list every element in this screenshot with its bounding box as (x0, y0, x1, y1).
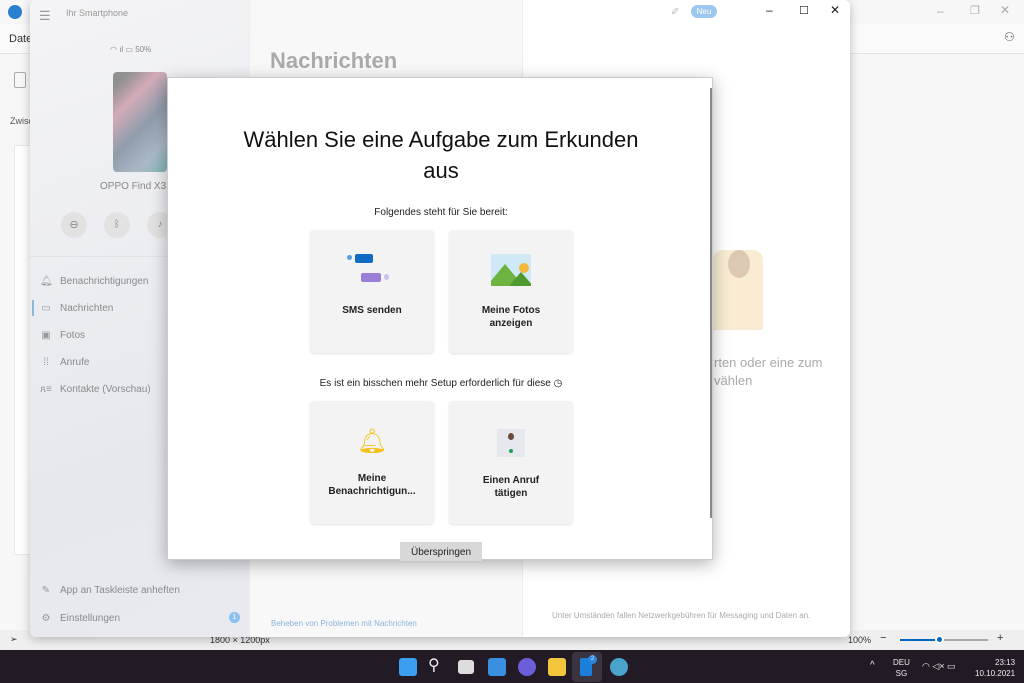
scrollbar[interactable] (710, 88, 712, 518)
wifi-icon: ◠ ıl ▭ (110, 45, 136, 54)
footer-note: Unter Umständen fallen Netzwerkgebühren … (552, 611, 811, 620)
paint-icon[interactable] (610, 658, 628, 676)
network-volume-battery-icons[interactable]: ◠ ◁× ▭ (922, 661, 956, 672)
dialpad-icon: ⁞⁞ (43, 356, 49, 368)
card-fotos-anzeigen[interactable]: Meine Fotos anzeigen (449, 230, 573, 353)
call-icon (497, 429, 525, 457)
zoom-out-button[interactable]: − (880, 632, 886, 644)
phone-image (113, 72, 167, 172)
photo-icon: ▣ (41, 329, 51, 341)
phone-name: OPPO Find X3 P (100, 181, 176, 192)
clock-icon: ◷ (553, 378, 563, 389)
page-title: Nachrichten (270, 48, 398, 73)
pin-to-taskbar-button[interactable]: ✎ App an Taskleiste anheften (38, 579, 243, 601)
clipboard-icon[interactable] (14, 72, 26, 88)
app-logo-icon (8, 5, 22, 19)
input-language[interactable]: DEU SG (893, 657, 910, 679)
file-explorer-icon[interactable] (548, 658, 566, 676)
phone-status: ◠ ıl ▭ 50% (110, 45, 151, 54)
sidebar-item-label: Fotos (60, 329, 86, 341)
zoom-slider[interactable] (900, 635, 988, 644)
card-benachrichtigungen[interactable]: 🔔︎ Meine Benachrichtigun... (310, 401, 434, 524)
active-indicator (32, 300, 34, 316)
dialog-title: Wählen Sie eine Aufgabe zum Erkunden aus (168, 124, 714, 186)
phone-link-taskbar-button[interactable]: 2 (572, 652, 602, 682)
card-sms-senden[interactable]: SMS senden (310, 230, 434, 353)
sidebar-item-label: Kontakte (Vorschau) (60, 383, 151, 395)
zoom-slider-thumb[interactable] (934, 635, 944, 644)
window-title: Ihr Smartphone (66, 8, 129, 18)
notification-badge: 2 (588, 655, 597, 664)
start-icon[interactable] (399, 658, 417, 676)
minimize-button[interactable]: – (766, 3, 773, 17)
task-chooser-dialog: Wählen Sie eine Aufgabe zum Erkunden aus … (167, 77, 714, 561)
settings-badge: 1 (229, 612, 240, 623)
zoom-in-button[interactable]: + (997, 632, 1003, 644)
settings-label: Einstellungen (60, 612, 121, 624)
sidebar-item-label: Nachrichten (60, 302, 114, 314)
pen-icon[interactable]: ✐ (671, 7, 679, 18)
battery-level: 50% (135, 45, 152, 54)
pin-label: App an Taskleiste anheften (60, 584, 180, 596)
new-badge[interactable]: Neu (691, 5, 717, 18)
taskbar: ⚲ 2 ^ DEU SG ◠ ◁× ▭ 23:13 10.10.2021 (0, 650, 1024, 683)
bell-icon: 🔔︎ (40, 275, 53, 287)
zoom-label: 100% (848, 635, 872, 645)
bluetooth-button[interactable]: ᛒ (104, 212, 130, 238)
chat-teams-icon[interactable] (518, 658, 536, 676)
card-anruf-taetigen[interactable]: Einen Anruf tätigen (449, 401, 573, 524)
show-hidden-icons-button[interactable]: ^ (870, 660, 875, 671)
troubleshoot-link[interactable]: Beheben von Problemen mit Nachrichten (271, 619, 417, 628)
setup-heading-text: Es ist ein bisschen mehr Setup erforderl… (319, 378, 551, 389)
ready-heading: Folgendes steht für Sie bereit: (374, 207, 508, 218)
bg-minimize-button[interactable]: – (937, 4, 944, 18)
hamburger-menu-icon[interactable]: ☰ (39, 8, 51, 24)
settings-button[interactable]: ⚙ Einstellungen (38, 607, 243, 629)
bg-close-button[interactable]: ✕ (1000, 3, 1010, 17)
pin-icon: ✎ (41, 584, 51, 596)
search-icon[interactable]: ⚲ (428, 655, 440, 675)
do-not-disturb-button[interactable]: ⊖ (61, 212, 87, 238)
contacts-icon: ጸ≡ (40, 383, 52, 395)
close-button[interactable]: ✕ (830, 3, 840, 17)
card-label: Meine Benachrichtigun... (328, 473, 416, 497)
clock[interactable]: 23:13 10.10.2021 (975, 657, 1015, 679)
card-label: SMS senden (342, 305, 402, 316)
hint-line-1: rten oder eine zum (714, 355, 823, 370)
maximize-button[interactable]: ☐ (799, 4, 809, 17)
sidebar-item-label: Benachrichtigungen (60, 275, 149, 287)
dialog-title-line-1: Wählen Sie eine Aufgabe zum Erkunden (243, 127, 639, 152)
pointer-icon: ➢ (10, 634, 18, 644)
card-label: Meine Fotos anzeigen (481, 305, 541, 329)
gear-icon: ⚙ (41, 612, 51, 624)
sms-icon (347, 252, 397, 292)
dialog-title-line-2: aus (423, 158, 459, 183)
sidebar-item-label: Anrufe (60, 356, 90, 368)
chat-icon: ▭ (41, 302, 51, 314)
skip-button[interactable]: Überspringen (400, 542, 482, 561)
photos-icon (491, 254, 531, 286)
hint-line-2: vählen (714, 373, 753, 388)
widgets-icon[interactable] (488, 658, 506, 676)
setup-heading: Es ist ein bisschen mehr Setup erforderl… (168, 378, 714, 389)
share-icon[interactable]: ⚇ (1004, 30, 1015, 44)
bell-icon: 🔔︎ (356, 428, 388, 455)
bg-restore-button[interactable]: ❐ (970, 4, 980, 17)
task-view-icon[interactable] (458, 660, 474, 674)
card-label: Einen Anruf tätigen (482, 475, 540, 499)
illustration-head (728, 250, 750, 278)
